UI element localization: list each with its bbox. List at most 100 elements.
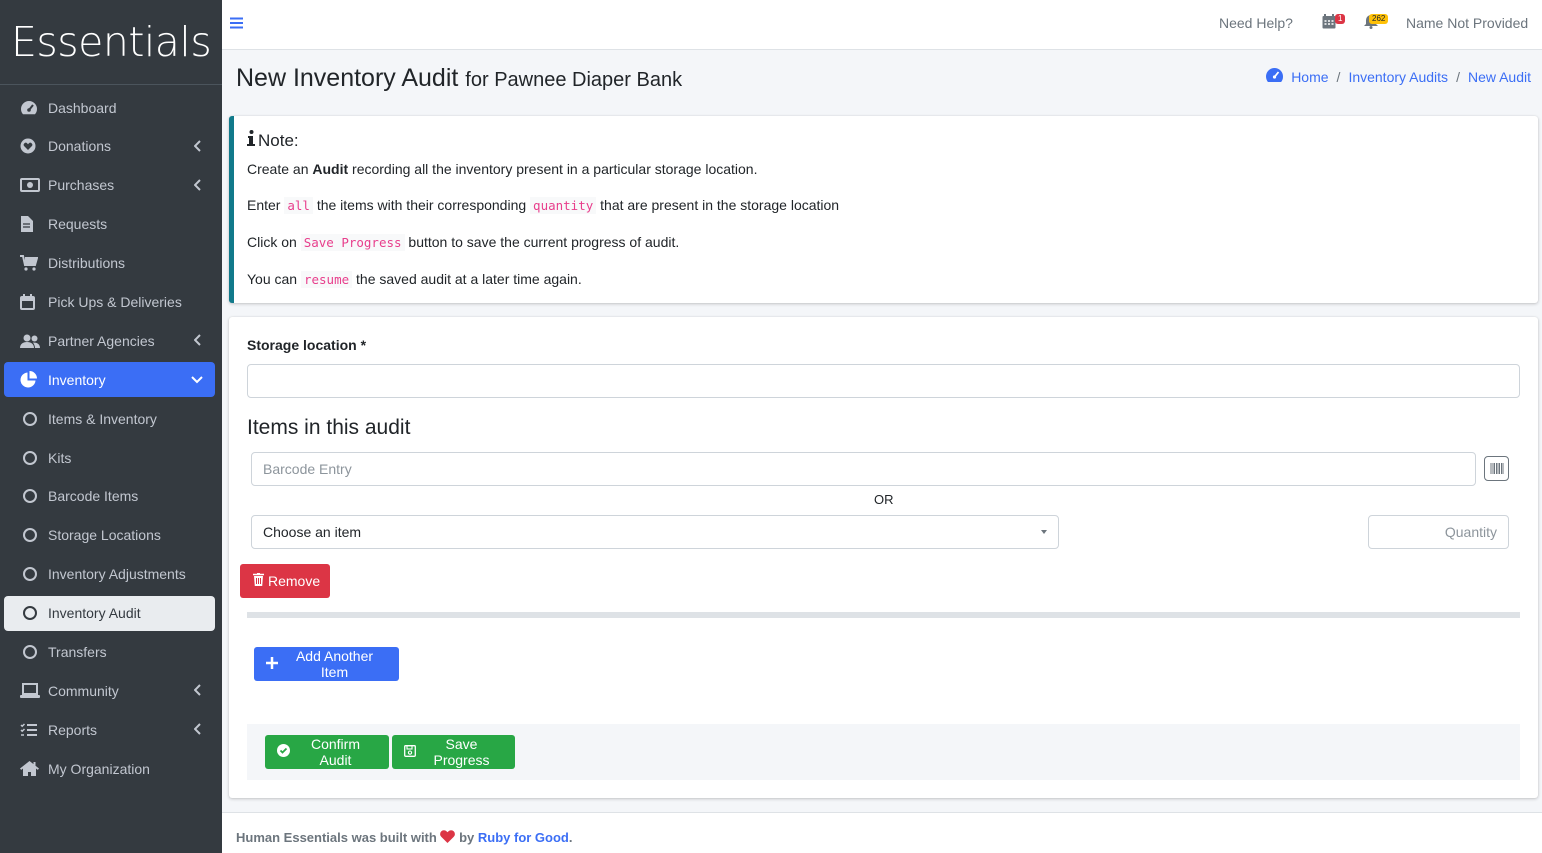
chevron-left-icon [194, 140, 201, 152]
sidebar-item-storage-locations[interactable]: Storage Locations [4, 518, 215, 553]
note-text: Enter [247, 197, 285, 213]
sidebar-item-inventory[interactable]: Inventory [4, 362, 215, 398]
ruby-for-good-link[interactable]: Ruby for Good [478, 830, 569, 845]
sidebar-item-distributions[interactable]: Distributions [4, 246, 215, 281]
sidebar-item-label: Requests [48, 216, 108, 233]
sidebar-item-label: Inventory Audit [48, 605, 141, 622]
chevron-left-icon [194, 334, 201, 347]
sidebar-item-donations[interactable]: Donations [4, 129, 215, 164]
quantity-input[interactable]: Quantity [1368, 515, 1509, 549]
caret-down-icon [1041, 530, 1047, 534]
storage-location-select[interactable] [247, 364, 1520, 398]
note-code-quantity: quantity [530, 197, 597, 214]
note-line-3: Click on Save Progress button to save th… [247, 232, 1525, 253]
need-help-link[interactable]: Need Help? [1219, 15, 1293, 31]
circle-icon [20, 606, 48, 621]
heart-icon [20, 138, 48, 154]
save-progress-button[interactable]: Save Progress [392, 735, 515, 769]
circle-icon [20, 489, 48, 504]
item-select-value: Choose an item [263, 524, 362, 540]
circle-icon [20, 528, 48, 543]
footer-text: . [568, 830, 573, 845]
sidebar-item-kits[interactable]: Kits [4, 440, 215, 475]
plus-icon [266, 656, 278, 672]
bell-notification-badge: 262 [1369, 14, 1389, 24]
laptop-icon [20, 683, 48, 699]
note-callout: Note: Create an Audit recording all the … [229, 116, 1538, 303]
sidebar-item-reports[interactable]: Reports [4, 712, 215, 747]
remove-item-button[interactable]: Remove [240, 564, 330, 598]
sidebar-item-label: Donations [48, 138, 112, 155]
brand-logo[interactable]: Essentials [0, 0, 222, 85]
pie-chart-icon [20, 371, 48, 388]
add-another-item-button[interactable]: Add Another Item [254, 647, 399, 681]
circle-icon [20, 411, 48, 426]
file-icon [20, 216, 48, 233]
sidebar-item-items-inventory[interactable]: Items & Inventory [4, 401, 215, 436]
audit-form-card: Storage location * Items in this audit B… [229, 317, 1538, 798]
note-title-text: Note: [258, 130, 299, 150]
note-text: button to save the current progress of a… [404, 234, 680, 250]
sidebar-item-label: Community [48, 682, 119, 699]
sidebar-item-label: Inventory [48, 371, 106, 388]
sidebar-item-requests[interactable]: Requests [4, 207, 215, 242]
chevron-left-icon [194, 684, 201, 697]
page-footer: Human Essentials was built with by Ruby … [222, 812, 1542, 853]
calendar-notification-badge: 1 [1335, 14, 1346, 24]
floppy-disk-icon [404, 744, 416, 760]
footer-text: by [459, 830, 475, 845]
barcode-entry-input[interactable]: Barcode Entry [251, 452, 1476, 486]
page-title-subtitle: for Pawnee Diaper Bank [465, 69, 683, 91]
sidebar-item-label: Pick Ups & Deliveries [48, 293, 182, 310]
note-text: the items with their corresponding [312, 197, 531, 213]
top-navbar: Need Help? 1 262 Name Not Provided [222, 0, 1542, 50]
page-title: New Inventory Audit for Pawnee Diaper Ba… [236, 64, 682, 93]
sidebar: Essentials Dashboard Donations Purchases [0, 0, 222, 853]
breadcrumb-separator: / [1456, 68, 1460, 85]
calendar-icon[interactable] [1322, 14, 1336, 32]
money-bill-icon [20, 178, 48, 193]
sidebar-item-inventory-audit[interactable]: Inventory Audit [4, 595, 215, 631]
breadcrumb-home[interactable]: Home [1291, 69, 1328, 85]
sidebar-item-partner-agencies[interactable]: Partner Agencies [4, 323, 215, 358]
breadcrumb-inventory-audits[interactable]: Inventory Audits [1348, 69, 1448, 85]
sidebar-item-transfers[interactable]: Transfers [4, 634, 215, 669]
brand-name: Essentials [11, 18, 212, 66]
sidebar-item-inventory-adjustments[interactable]: Inventory Adjustments [4, 557, 215, 592]
sidebar-item-label: Storage Locations [48, 527, 161, 544]
add-another-item-label: Add Another Item [295, 648, 374, 680]
note-text: Create an [247, 161, 313, 177]
note-text: You can [247, 271, 301, 287]
confirm-audit-button[interactable]: Confirm Audit [265, 735, 389, 769]
trash-icon [253, 572, 264, 589]
sidebar-item-label: Dashboard [48, 99, 117, 116]
note-text: the saved audit at a later time again. [352, 271, 582, 287]
cart-icon [20, 255, 48, 271]
home-icon [20, 761, 48, 777]
barcode-scan-button[interactable] [1484, 456, 1509, 481]
sidebar-item-community[interactable]: Community [4, 673, 215, 708]
sidebar-item-label: Partner Agencies [48, 332, 155, 349]
sidebar-item-my-organization[interactable]: My Organization [4, 751, 215, 786]
note-code-save-progress: Save Progress [300, 234, 405, 251]
sidebar-item-label: Distributions [48, 255, 126, 272]
circle-icon [20, 644, 48, 659]
sidebar-item-dashboard[interactable]: Dashboard [4, 90, 215, 125]
sidebar-item-label: Kits [48, 449, 72, 466]
note-line-1: Create an Audit recording all the invent… [247, 159, 1525, 179]
info-icon [247, 130, 255, 151]
note-text: recording all the inventory present in a… [348, 161, 758, 177]
sidebar-item-barcode-items[interactable]: Barcode Items [4, 479, 215, 514]
sidebar-item-pick-ups-deliveries[interactable]: Pick Ups & Deliveries [4, 284, 215, 319]
breadcrumb-new-audit[interactable]: New Audit [1468, 69, 1531, 85]
hamburger-menu-icon[interactable] [230, 16, 243, 32]
note-text: that are present in the storage location [596, 197, 840, 213]
sidebar-item-purchases[interactable]: Purchases [4, 168, 215, 203]
circle-icon [20, 450, 48, 465]
note-code-all: all [284, 197, 313, 214]
sidebar-item-label: Items & Inventory [48, 410, 157, 427]
item-select[interactable]: Choose an item [251, 515, 1059, 549]
sidebar-item-label: Purchases [48, 177, 115, 194]
heart-icon [440, 830, 459, 845]
user-menu[interactable]: Name Not Provided [1406, 15, 1528, 31]
